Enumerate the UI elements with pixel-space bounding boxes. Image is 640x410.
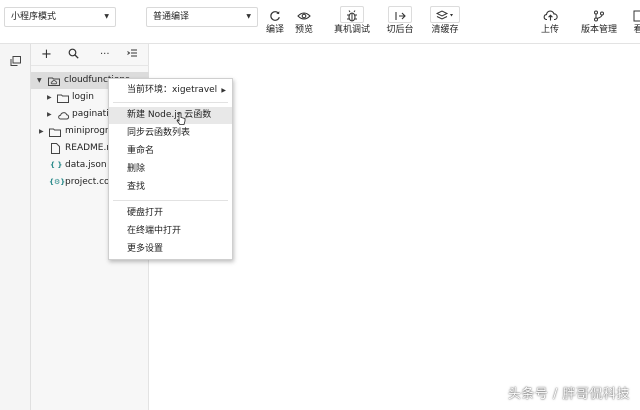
background-button[interactable]: 切后台 <box>384 6 416 40</box>
menu-item-label: 当前环境：xigetravel <box>127 85 218 95</box>
chevron-down-icon: ▼ <box>104 13 109 20</box>
config-file-icon: {⚙} <box>49 178 66 186</box>
devtools-window: 小程序模式 ▼ 普通编译 ▼ 编译 预览 真机调试 切后台 清缓存 上传 版本管… <box>0 0 640 410</box>
more-button[interactable]: ··· <box>100 48 110 62</box>
menu-item-label: 同步云函数列表 <box>127 128 191 138</box>
folder-icon <box>49 127 61 140</box>
tree-item-label: data.json <box>65 160 107 170</box>
menu-divider <box>113 102 228 103</box>
menu-item-open-in-terminal[interactable]: 在终端中打开 <box>109 223 232 240</box>
preview-button[interactable]: 预览 <box>291 6 317 40</box>
tree-item-label: login <box>72 92 94 102</box>
cloud-folder-icon <box>48 76 60 89</box>
menu-item-new-nodejs-function[interactable]: 新建 Node.js 云函数 <box>109 107 232 124</box>
menu-item-label: 查找 <box>127 182 146 192</box>
menu-item-label: 在终端中打开 <box>127 226 182 236</box>
menu-item-open-in-disk[interactable]: 硬盘打开 <box>109 205 232 222</box>
mode-select[interactable]: 小程序模式 ▼ <box>4 7 116 27</box>
background-label: 切后台 <box>386 25 414 35</box>
menu-item-label: 硬盘打开 <box>127 208 164 218</box>
remote-debug-label: 真机调试 <box>333 25 370 35</box>
file-icon <box>51 143 60 157</box>
clear-cache-label: 清缓存 <box>431 25 459 35</box>
toolbar: 小程序模式 ▼ 普通编译 ▼ 编译 预览 真机调试 切后台 清缓存 上传 版本管… <box>0 0 640 44</box>
eye-icon <box>291 6 317 24</box>
remote-debug-button[interactable]: 真机调试 <box>332 6 372 40</box>
context-menu: 当前环境：xigetravel ▶ 新建 Node.js 云函数 同步云函数列表… <box>108 78 233 260</box>
menu-item-sync-function-list[interactable]: 同步云函数列表 <box>109 125 232 142</box>
mode-select-value: 小程序模式 <box>11 12 57 22</box>
compile-label: 编译 <box>265 25 284 35</box>
layers-icon <box>430 6 460 23</box>
compile-select[interactable]: 普通编译 ▼ <box>146 7 258 27</box>
menu-item-delete[interactable]: 删除 <box>109 161 232 178</box>
watermark: 头条号 / 胖哥侃科技 <box>507 387 630 402</box>
chevron-down-icon: ▼ <box>246 13 251 20</box>
copy-window-icon[interactable] <box>10 51 21 70</box>
chevron-right-icon: ▶ <box>47 94 52 101</box>
upload-button[interactable]: 上传 <box>536 6 564 40</box>
refresh-icon <box>262 6 288 24</box>
cloud-icon <box>57 110 70 123</box>
compile-button[interactable]: 编译 <box>262 6 288 40</box>
chevron-right-icon: ▶ <box>39 128 44 135</box>
menu-item-current-env[interactable]: 当前环境：xigetravel ▶ <box>109 82 232 99</box>
preview-label: 预览 <box>294 25 313 35</box>
details-icon <box>631 6 640 24</box>
compile-select-value: 普通编译 <box>153 12 190 22</box>
chevron-right-icon: ▶ <box>221 87 226 94</box>
menu-item-label: 新建 Node.js 云函数 <box>127 110 212 120</box>
switch-background-icon <box>388 6 412 23</box>
activity-bar <box>0 44 31 410</box>
chevron-right-icon: ▶ <box>47 111 52 118</box>
json-file-icon: { } <box>50 161 63 169</box>
collapse-all-icon[interactable] <box>127 48 138 62</box>
bug-icon <box>340 6 364 23</box>
menu-item-label: 删除 <box>127 164 146 174</box>
menu-item-label: 重命名 <box>127 146 155 156</box>
add-file-button[interactable]: + <box>41 48 52 62</box>
menu-item-more-settings[interactable]: 更多设置 <box>109 241 232 258</box>
search-icon[interactable] <box>68 48 79 62</box>
chevron-down-icon: ▼ <box>37 77 42 84</box>
version-management-label: 版本管理 <box>580 25 617 35</box>
folder-icon <box>57 93 69 106</box>
explorer-header: + ··· <box>31 44 149 66</box>
menu-divider <box>113 200 228 201</box>
menu-item-rename[interactable]: 重命名 <box>109 143 232 160</box>
pointer-cursor-icon <box>176 112 186 125</box>
details-button[interactable]: 看 <box>631 6 640 40</box>
clear-cache-button[interactable]: 清缓存 <box>427 6 463 40</box>
cloud-upload-icon <box>536 6 564 24</box>
menu-item-label: 更多设置 <box>127 244 164 254</box>
details-label: 看 <box>633 25 640 35</box>
branch-icon <box>577 6 621 24</box>
menu-item-find[interactable]: 查找 <box>109 179 232 196</box>
version-management-button[interactable]: 版本管理 <box>577 6 621 40</box>
upload-label: 上传 <box>540 25 559 35</box>
